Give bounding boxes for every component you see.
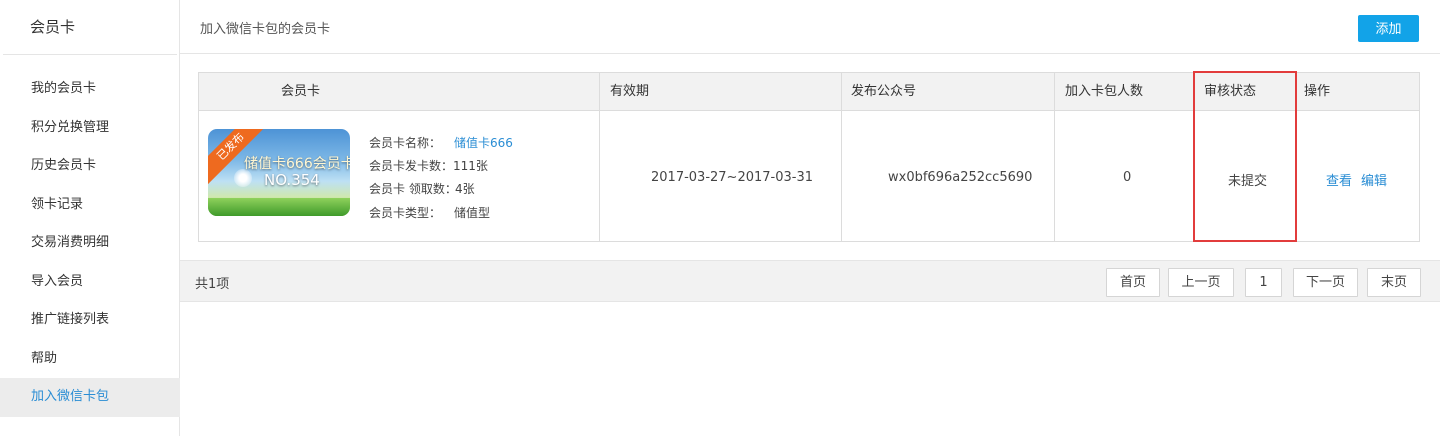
column-divider (1054, 73, 1055, 241)
type-value: 储值型 (454, 206, 491, 220)
card-thumbnail[interactable]: 已发布 储值卡666会员卡 NO.354 (208, 129, 350, 216)
card-name-label: 会员卡名称： (369, 136, 442, 150)
card-name-link[interactable]: 储值卡666 (454, 134, 513, 151)
sidebar-item-history-cards[interactable]: 历史会员卡 (0, 147, 180, 186)
sidebar-item-transactions[interactable]: 交易消费明细 (0, 224, 180, 263)
sidebar-nav: 我的会员卡 积分兑换管理 历史会员卡 领卡记录 交易消费明细 导入会员 推广链接… (0, 70, 180, 417)
total-count: 共1项 (195, 277, 230, 292)
col-header-card: 会员卡 (281, 84, 321, 99)
first-page-button[interactable]: 首页 (1106, 268, 1160, 297)
grass-graphic (208, 198, 350, 216)
last-page-button[interactable]: 末页 (1367, 268, 1421, 297)
issued-value: 111张 (453, 159, 488, 173)
sidebar-item-import-members[interactable]: 导入会员 (0, 263, 180, 302)
sidebar-title: 会员卡 (3, 0, 177, 55)
sidebar-item-promo-links[interactable]: 推广链接列表 (0, 301, 180, 340)
sidebar-item-wechat-wallet[interactable]: 加入微信卡包 (0, 378, 180, 417)
column-divider (841, 73, 842, 241)
sidebar-item-claim-records[interactable]: 领卡记录 (0, 186, 180, 225)
claimed-value: 4张 (455, 182, 475, 196)
edit-link[interactable]: 编辑 (1361, 170, 1387, 189)
card-image-title: 储值卡666会员卡 (244, 156, 350, 172)
sidebar-item-points-exchange[interactable]: 积分兑换管理 (0, 109, 180, 148)
view-link[interactable]: 查看 (1326, 170, 1352, 189)
sidebar-item-my-cards[interactable]: 我的会员卡 (0, 70, 180, 109)
breadcrumb: 加入微信卡包的会员卡 (200, 22, 331, 37)
members-cell: 0 (1123, 170, 1132, 185)
col-header-actions: 操作 (1304, 84, 1331, 99)
sidebar-item-help[interactable]: 帮助 (0, 340, 180, 379)
add-button[interactable]: 添加 (1358, 15, 1419, 42)
pagination-bar: 共1项 首页 上一页 1 下一页 末页 (180, 260, 1440, 302)
next-page-button[interactable]: 下一页 (1293, 268, 1358, 297)
col-header-account: 发布公众号 (851, 84, 917, 99)
type-label: 会员卡类型： (369, 206, 442, 220)
validity-cell: 2017-03-27~2017-03-31 (651, 170, 813, 185)
account-cell: wx0bf696a252cc5690 (888, 170, 1033, 185)
col-header-validity: 有效期 (610, 84, 650, 99)
main-header: 加入微信卡包的会员卡 添加 (180, 0, 1440, 54)
prev-page-button[interactable]: 上一页 (1168, 268, 1234, 297)
column-divider (599, 73, 600, 241)
app: 会员卡 我的会员卡 积分兑换管理 历史会员卡 领卡记录 交易消费明细 导入会员 … (0, 0, 1440, 436)
current-page-button[interactable]: 1 (1245, 268, 1282, 297)
issued-label: 会员卡发卡数： (369, 159, 454, 173)
col-header-members: 加入卡包人数 (1065, 84, 1144, 99)
status-highlight-box (1193, 71, 1297, 242)
card-image-number: NO.354 (264, 171, 320, 189)
claimed-label: 会员卡 领取数： (369, 182, 457, 196)
sidebar: 会员卡 我的会员卡 积分兑换管理 历史会员卡 领卡记录 交易消费明细 导入会员 … (0, 0, 180, 436)
